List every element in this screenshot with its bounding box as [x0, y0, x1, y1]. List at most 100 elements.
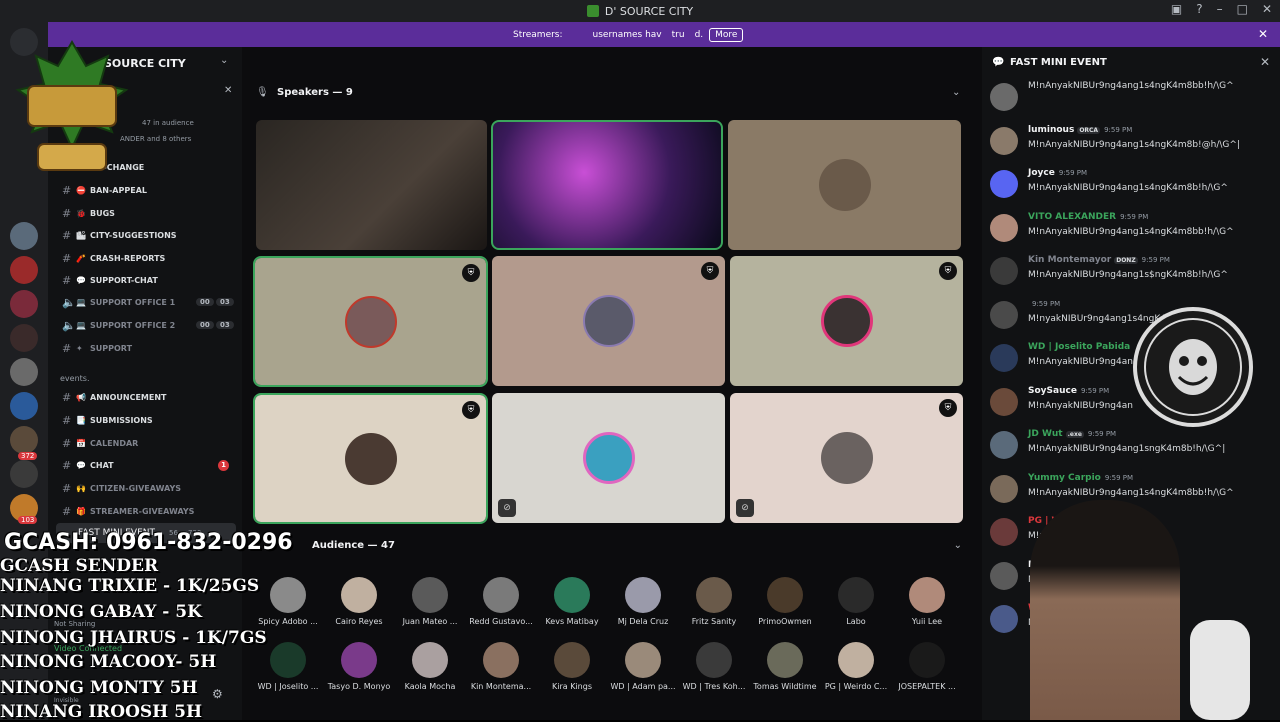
audience-name: PrimoOwmen: [758, 617, 812, 626]
close-window-button[interactable]: ✕: [1262, 2, 1272, 16]
avatar: [625, 577, 661, 613]
channel-item[interactable]: # 🏙 CITY-SUGGESTIONS: [62, 225, 177, 245]
speaker-tile-video[interactable]: [491, 120, 723, 250]
audience-member[interactable]: Tasyo D. Monyo: [324, 642, 394, 691]
user-count-pill: 00: [196, 321, 214, 329]
banner-learn-button[interactable]: More: [709, 27, 744, 42]
inbox-icon[interactable]: ▣: [1171, 2, 1182, 16]
audience-member[interactable]: Kaola Mocha: [395, 642, 465, 691]
audience-member[interactable]: WD | Tres Koh...: [679, 642, 749, 691]
channel-item[interactable]: # 📅 CALENDAR: [62, 433, 138, 453]
banner-close-icon[interactable]: ✕: [1258, 27, 1268, 41]
avatar[interactable]: [990, 170, 1018, 198]
avatar[interactable]: [990, 387, 1018, 416]
server-icon[interactable]: [10, 426, 38, 454]
server-icon[interactable]: [10, 222, 38, 250]
server-icon[interactable]: [10, 460, 38, 488]
category-events[interactable]: events.: [60, 374, 90, 383]
audience-member[interactable]: Mj Dela Cruz: [608, 577, 678, 626]
audience-member[interactable]: PrimoOwmen: [750, 577, 820, 626]
server-icon[interactable]: [10, 358, 38, 386]
message-author[interactable]: VITO ALEXANDER 9:59 PM: [1028, 212, 1148, 222]
chat-message[interactable]: VITO ALEXANDER 9:59 PM M!nAnyakNIBUr9ng4an…: [990, 212, 1270, 254]
speaker-tile[interactable]: ⛨: [253, 256, 488, 387]
message-author[interactable]: 9:59 PM: [1028, 299, 1060, 309]
message-author[interactable]: JD Wut .exe 9:59 PM: [1028, 429, 1116, 439]
message-author[interactable]: WD | Joselito Pabida: [1028, 342, 1134, 352]
gcash-sender-heading: GCASH SENDER: [0, 556, 159, 576]
server-icon[interactable]: [10, 324, 38, 352]
audience-name: Yuii Lee: [911, 617, 943, 626]
audience-member[interactable]: WD | Adam pa...: [608, 642, 678, 691]
banner-text-4: d.: [694, 29, 704, 40]
audience-member[interactable]: Redd Gustavo...: [466, 577, 536, 626]
channel-item[interactable]: # 📢 ANNOUNCEMENT: [62, 387, 167, 407]
channel-item[interactable]: # 📑 SUBMISSIONS: [62, 410, 153, 430]
audience-member[interactable]: JOSEPALTEK ...: [892, 642, 962, 691]
maximize-button[interactable]: □: [1237, 2, 1248, 16]
channel-label: CITY-SUGGESTIONS: [90, 230, 177, 240]
audience-member[interactable]: PG | Weirdo C...: [821, 642, 891, 691]
channel-item[interactable]: # 💬 SUPPORT-CHAT: [62, 270, 158, 290]
chevron-down-icon[interactable]: ⌄: [220, 55, 228, 66]
voice-channel-item[interactable]: 🔈 💻 SUPPORT OFFICE 1 00 03: [62, 292, 242, 312]
chat-message[interactable]: Kin Montemayor DONZ 9:59 PM M!nAnyakNIBUr9n…: [990, 255, 1270, 297]
audience-member[interactable]: Yuii Lee: [892, 577, 962, 626]
avatar[interactable]: [990, 213, 1018, 242]
hash-icon: #: [62, 504, 72, 518]
speaker-tile[interactable]: ⛨: [492, 256, 725, 386]
message-author[interactable]: Joyce 9:59 PM: [1028, 168, 1087, 178]
minimize-button[interactable]: –: [1217, 2, 1223, 16]
avatar: [344, 295, 397, 348]
avatar[interactable]: [990, 126, 1018, 155]
audience-member[interactable]: Kira Kings: [537, 642, 607, 691]
chevron-down-icon[interactable]: ⌄: [952, 87, 960, 98]
audience-member[interactable]: WD | Joselito ...: [253, 642, 323, 691]
channel-item[interactable]: # 🙌 CITIZEN-GIVEAWAYS: [62, 478, 181, 498]
voice-channel-item[interactable]: 🔈 💻 SUPPORT OFFICE 2 00 03: [62, 315, 242, 335]
audience-member[interactable]: Cairo Reyes: [324, 577, 394, 626]
server-icon[interactable]: [10, 290, 38, 318]
avatar[interactable]: [990, 431, 1018, 459]
window-title: D' SOURCE CITY: [604, 4, 694, 18]
channel-item[interactable]: # 🎁 STREAMER-GIVEAWAYS: [62, 501, 194, 521]
avatar[interactable]: [990, 83, 1018, 111]
audience-member[interactable]: Tomas Wildtime: [750, 642, 820, 691]
server-icon[interactable]: [10, 256, 38, 284]
chevron-down-icon[interactable]: ⌄: [954, 540, 962, 551]
message-author[interactable]: Kin Montemayor DONZ 9:59 PM: [1028, 255, 1170, 265]
chat-message[interactable]: luminous ORCA 9:59 PM M!nAnyakNIBUr9ng4ang1…: [990, 125, 1270, 167]
channel-item[interactable]: # 🐞 BUGS: [62, 203, 115, 223]
speaker-tile[interactable]: ⛨: [253, 393, 488, 524]
donor-line: NINONG MONTY 5H: [0, 678, 198, 698]
close-icon[interactable]: ✕: [224, 85, 232, 96]
speaker-tile[interactable]: ⊘: [492, 393, 725, 523]
audience-member[interactable]: Kin Montema...: [466, 642, 536, 691]
channel-item[interactable]: # ✦ SUPPORT: [62, 338, 132, 358]
server-icon[interactable]: [10, 392, 38, 420]
chat-message[interactable]: Joyce 9:59 PM M!nAnyakNIBUr9ng4ang1s4ngK4m…: [990, 168, 1270, 210]
avatar[interactable]: [990, 257, 1018, 285]
message-time: 9:59 PM: [1141, 256, 1170, 264]
audience-member[interactable]: Fritz Sanity: [679, 577, 749, 626]
message-author[interactable]: luminous ORCA 9:59 PM: [1028, 125, 1132, 135]
speaker-tile[interactable]: ⛨: [730, 256, 963, 386]
chat-message[interactable]: JD Wut .exe 9:59 PM M!nAnyakNIBUr9ng4ang1sn…: [990, 429, 1270, 471]
chat-message[interactable]: M!nAnyakNIBUr9ng4ang1s4ngK4m8bb!h/\G^: [990, 81, 1270, 123]
audience-member[interactable]: Kevs Matibay: [537, 577, 607, 626]
channel-item[interactable]: # 💬 CHAT 1: [62, 455, 242, 475]
speaker-tile[interactable]: [728, 120, 961, 250]
audience-name: Kira Kings: [552, 682, 592, 691]
speaker-tile-video[interactable]: [256, 120, 487, 250]
audience-member[interactable]: Juan Mateo ...: [395, 577, 465, 626]
message-author[interactable]: SoySauce 9:59 PM: [1028, 386, 1109, 396]
speaker-tile[interactable]: ⛨ ⊘: [730, 393, 963, 523]
help-icon[interactable]: ?: [1196, 2, 1202, 16]
channel-item[interactable]: # 🧨 CRASH-REPORTS: [62, 248, 165, 268]
audience-member[interactable]: Labo: [821, 577, 891, 626]
avatar[interactable]: [990, 344, 1018, 372]
settings-gear-icon[interactable]: ⚙: [212, 687, 223, 701]
avatar[interactable]: [990, 300, 1018, 329]
close-chat-icon[interactable]: ✕: [1260, 55, 1270, 69]
audience-member[interactable]: Spicy Adobo ...: [253, 577, 323, 626]
